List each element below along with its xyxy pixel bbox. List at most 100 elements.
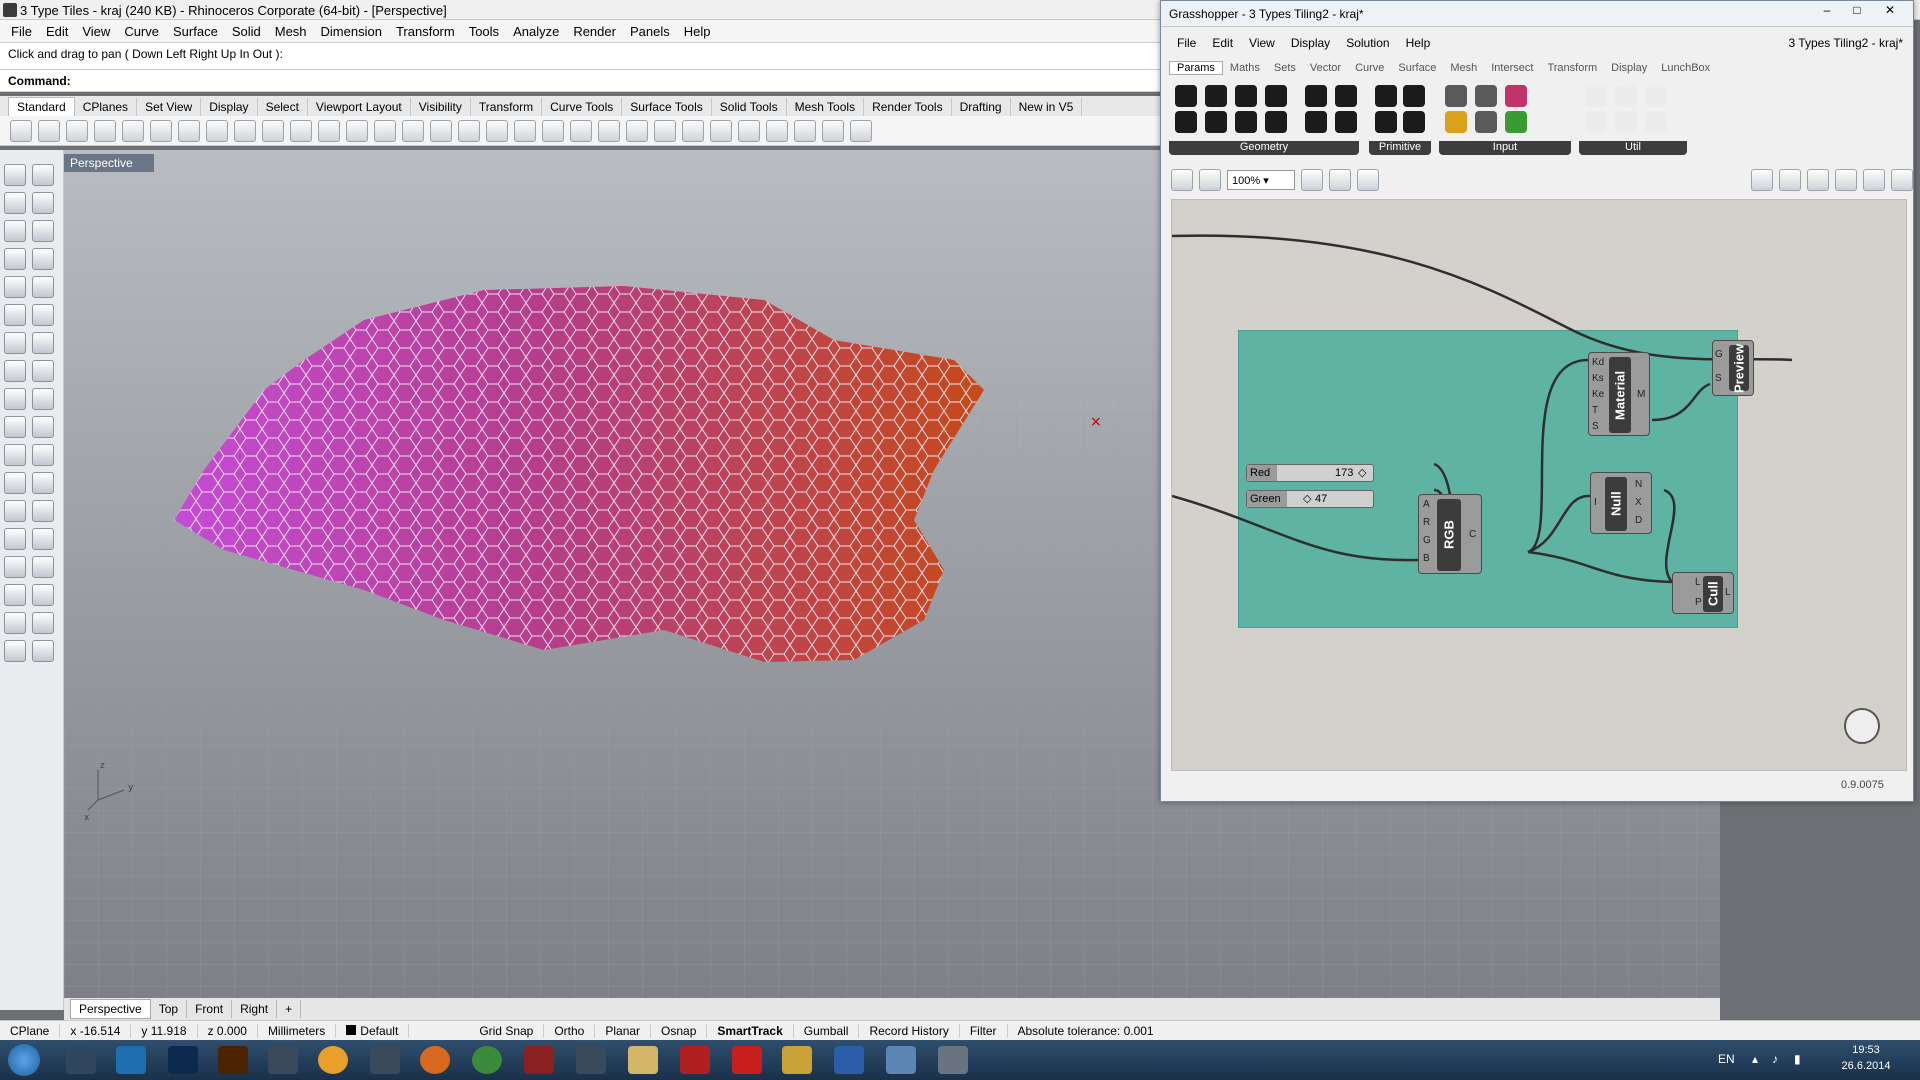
select-arrow-icon[interactable] <box>4 164 26 186</box>
tab-standard[interactable]: Standard <box>8 97 75 116</box>
network-icon[interactable]: ▮ <box>1794 1052 1801 1066</box>
add-viewport-tab-icon[interactable]: + <box>277 1000 302 1018</box>
gh-tab-params[interactable]: Params <box>1169 61 1223 75</box>
color-wheel-icon[interactable] <box>654 119 676 142</box>
status-smarttrack[interactable]: SmartTrack <box>707 1023 794 1038</box>
util-cherries-icon[interactable] <box>1585 85 1607 107</box>
car-icon[interactable] <box>486 119 508 142</box>
menu-render[interactable]: Render <box>566 24 623 39</box>
gh-tab-surface[interactable]: Surface <box>1391 62 1443 74</box>
status-cplane[interactable]: CPlane <box>0 1023 61 1038</box>
preview-input-s[interactable]: S <box>1715 373 1722 384</box>
canvas-navigator-dial-icon[interactable] <box>1844 708 1880 744</box>
tray-arrow-icon[interactable]: ▴ <box>1752 1052 1758 1066</box>
param-geometry-icon[interactable] <box>1175 85 1197 107</box>
util-arrow-icon[interactable] <box>1615 85 1637 107</box>
gh-tab-curve[interactable]: Curve <box>1348 62 1391 74</box>
maximize-icon[interactable]: □ <box>1843 3 1871 21</box>
explode-icon[interactable] <box>32 388 54 410</box>
material-input-t[interactable]: T <box>1592 405 1598 416</box>
gh-tab-sets[interactable]: Sets <box>1267 62 1303 74</box>
render-icon[interactable] <box>738 119 760 142</box>
rotate-view-icon[interactable] <box>290 119 312 142</box>
tab-new-in-v5[interactable]: New in V5 <box>1010 98 1083 116</box>
param-box-icon[interactable] <box>1305 111 1327 133</box>
material-input-s[interactable]: S <box>1592 421 1599 432</box>
cplane-icon[interactable] <box>514 119 536 142</box>
input-panel-icon[interactable] <box>1445 85 1467 107</box>
null-output-d[interactable]: D <box>1635 515 1642 526</box>
taskbar-autocad-icon[interactable] <box>680 1046 710 1074</box>
tab-set-view[interactable]: Set View <box>137 98 202 116</box>
rgb-component[interactable]: A R G B RGB C <box>1418 494 1482 574</box>
preview-eye-icon[interactable] <box>1329 169 1351 191</box>
tab-mesh-tools[interactable]: Mesh Tools <box>786 98 865 116</box>
rotate-icon[interactable] <box>4 472 26 494</box>
lock-object-icon[interactable] <box>4 612 26 634</box>
menu-panels[interactable]: Panels <box>623 24 677 39</box>
tab-viewport-layout[interactable]: Viewport Layout <box>307 98 411 116</box>
param-point-icon[interactable] <box>1205 111 1227 133</box>
extrude-icon[interactable] <box>4 360 26 382</box>
loft-icon[interactable] <box>32 304 54 326</box>
ellipse-icon[interactable] <box>32 220 54 242</box>
fillet-curve-icon[interactable] <box>32 276 54 298</box>
minimize-icon[interactable]: – <box>1813 3 1841 21</box>
close-icon[interactable]: ✕ <box>1873 3 1907 21</box>
viewport-tab-front[interactable]: Front <box>187 1000 233 1018</box>
cull-input-p[interactable]: P <box>1695 597 1702 608</box>
input-graph-icon[interactable] <box>1445 111 1467 133</box>
ribbon-group-input[interactable]: Input <box>1439 141 1571 155</box>
menu-help[interactable]: Help <box>677 24 718 39</box>
text-icon[interactable] <box>4 500 26 522</box>
tab-transform[interactable]: Transform <box>470 98 543 116</box>
param-mesh-icon[interactable] <box>1305 85 1327 107</box>
menu-curve[interactable]: Curve <box>117 24 166 39</box>
gh-menu-help[interactable]: Help <box>1398 36 1439 50</box>
param-text-icon[interactable] <box>1403 111 1425 133</box>
status-osnap[interactable]: Osnap <box>651 1023 708 1038</box>
cylinder-icon[interactable] <box>766 119 788 142</box>
layer-icon[interactable] <box>626 119 648 142</box>
zoom-icon[interactable] <box>318 119 340 142</box>
trim-icon[interactable] <box>4 416 26 438</box>
viewport-layout-icon[interactable] <box>458 119 480 142</box>
scale-icon[interactable] <box>32 472 54 494</box>
zoom-extents-canvas-icon[interactable] <box>1301 169 1323 191</box>
bake-icon[interactable] <box>1835 169 1857 191</box>
shaded-preview-icon[interactable] <box>1807 169 1829 191</box>
util-color-icon[interactable] <box>1645 85 1667 107</box>
viewport-tab-perspective[interactable]: Perspective <box>70 999 151 1019</box>
taskbar-chrome-icon[interactable] <box>472 1046 502 1074</box>
new-file-icon[interactable] <box>10 119 32 142</box>
copy-icon[interactable] <box>178 119 200 142</box>
taskbar-explorer-icon[interactable] <box>628 1046 658 1074</box>
null-output-n[interactable]: N <box>1635 479 1642 490</box>
taskbar-sun-icon[interactable] <box>318 1046 348 1074</box>
measure-icon[interactable] <box>32 556 54 578</box>
param-circle-icon[interactable] <box>1205 85 1227 107</box>
taskbar-pen-icon[interactable] <box>576 1046 606 1074</box>
status-record-history[interactable]: Record History <box>859 1023 960 1038</box>
status-grid-snap[interactable]: Grid Snap <box>469 1023 545 1038</box>
arc-icon[interactable] <box>4 248 26 270</box>
open-file-icon[interactable] <box>38 119 60 142</box>
tab-display[interactable]: Display <box>201 98 258 116</box>
param-integer-icon[interactable] <box>1403 85 1425 107</box>
undo-view-icon[interactable] <box>430 119 452 142</box>
array-icon[interactable] <box>4 528 26 550</box>
param-plane-icon[interactable] <box>1265 111 1287 133</box>
param-field-icon[interactable] <box>1335 85 1357 107</box>
light-bulb-icon[interactable] <box>570 119 592 142</box>
gh-menu-solution[interactable]: Solution <box>1338 36 1397 50</box>
input-gradient-icon[interactable] <box>1505 85 1527 107</box>
circle-icon[interactable] <box>4 220 26 242</box>
taskbar-word-icon[interactable] <box>834 1046 864 1074</box>
boolean-icon[interactable] <box>32 332 54 354</box>
menu-edit[interactable]: Edit <box>39 24 75 39</box>
zoom-window-icon[interactable] <box>346 119 368 142</box>
polyline-icon[interactable] <box>4 192 26 214</box>
menu-dimension[interactable]: Dimension <box>314 24 389 39</box>
taskbar-notes-icon[interactable] <box>782 1046 812 1074</box>
status-filter[interactable]: Filter <box>960 1023 1008 1038</box>
